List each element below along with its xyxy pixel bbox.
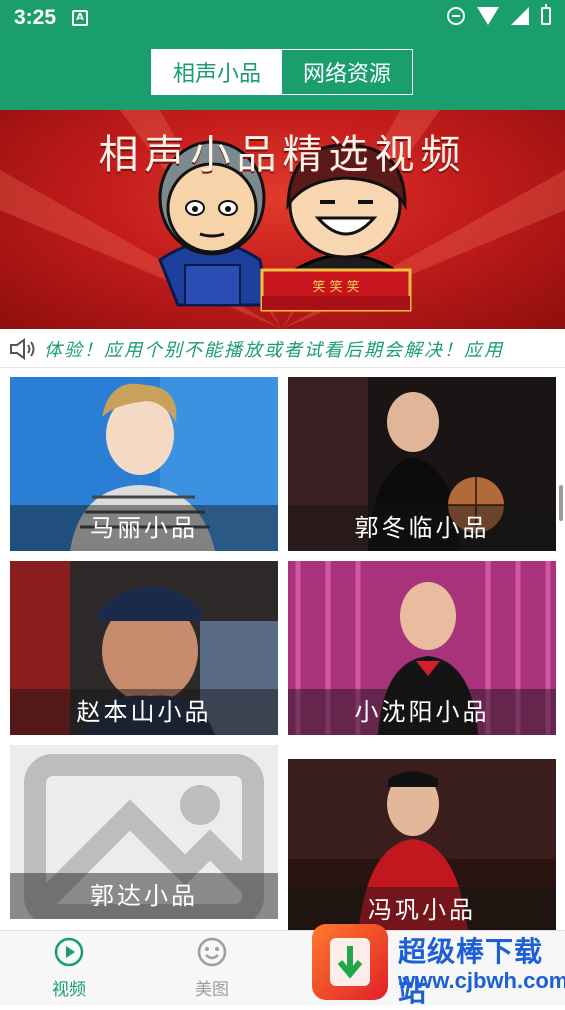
tab-network-resources[interactable]: 网络资源 (282, 50, 412, 94)
smiley-face-icon (197, 937, 227, 967)
do-not-disturb-icon (447, 7, 465, 25)
download-logo-icon (312, 924, 388, 1000)
site-watermark: 超级棒下载站 www.cjbwh.com (312, 924, 565, 1008)
nav-item-pictures[interactable]: 美图 (167, 937, 257, 1000)
app-header: 相声小品 网络资源 (0, 38, 565, 110)
promo-banner[interactable]: 笑 笑 笑 相声小品精选视频 (0, 110, 565, 329)
wifi-icon (477, 7, 499, 25)
grid-card[interactable]: 冯巩小品 (288, 759, 556, 930)
speaker-icon (10, 338, 35, 360)
card-caption: 郭达小品 (10, 873, 278, 919)
nav-label-video: 视频 (52, 980, 86, 999)
a-icon: A (72, 10, 88, 26)
status-bar: 3:25 A (0, 0, 565, 38)
scrollbar[interactable] (559, 485, 563, 521)
grid-card[interactable]: 赵本山小品 (10, 561, 278, 735)
video-category-grid: 马丽小品 郭冬临小品 赵本山小品 小沈阳小品 郭达小品 冯巩小品 (0, 367, 565, 930)
grid-card[interactable]: 马丽小品 (10, 377, 278, 551)
banner-sign-text: 笑 笑 笑 (312, 279, 359, 295)
signal-icon (511, 7, 529, 25)
nav-label-pictures: 美图 (195, 980, 229, 999)
grid-card[interactable]: 小沈阳小品 (288, 561, 556, 735)
grid-card[interactable]: 郭达小品 (10, 745, 278, 919)
segmented-tabs: 相声小品 网络资源 (151, 49, 413, 95)
marquee-text: 体验！应用个别不能播放或者试看后期会解决！应用 (44, 340, 504, 361)
banner-title: 相声小品精选视频 (98, 132, 467, 178)
grid-card[interactable]: 郭冬临小品 (288, 377, 556, 551)
announcement-marquee: 体验！应用个别不能播放或者试看后期会解决！应用 (0, 329, 565, 368)
watermark-url: www.cjbwh.com (398, 968, 565, 993)
tab-xiangsheng-xiaopin[interactable]: 相声小品 (152, 50, 282, 94)
status-time: 3:25 (14, 6, 57, 29)
card-caption: 赵本山小品 (10, 689, 278, 735)
play-circle-icon (54, 937, 84, 967)
card-caption: 小沈阳小品 (288, 689, 556, 735)
battery-charging-icon (541, 4, 551, 25)
card-caption: 郭冬临小品 (288, 505, 556, 551)
nav-item-video[interactable]: 视频 (24, 937, 114, 1000)
card-caption: 马丽小品 (10, 505, 278, 551)
